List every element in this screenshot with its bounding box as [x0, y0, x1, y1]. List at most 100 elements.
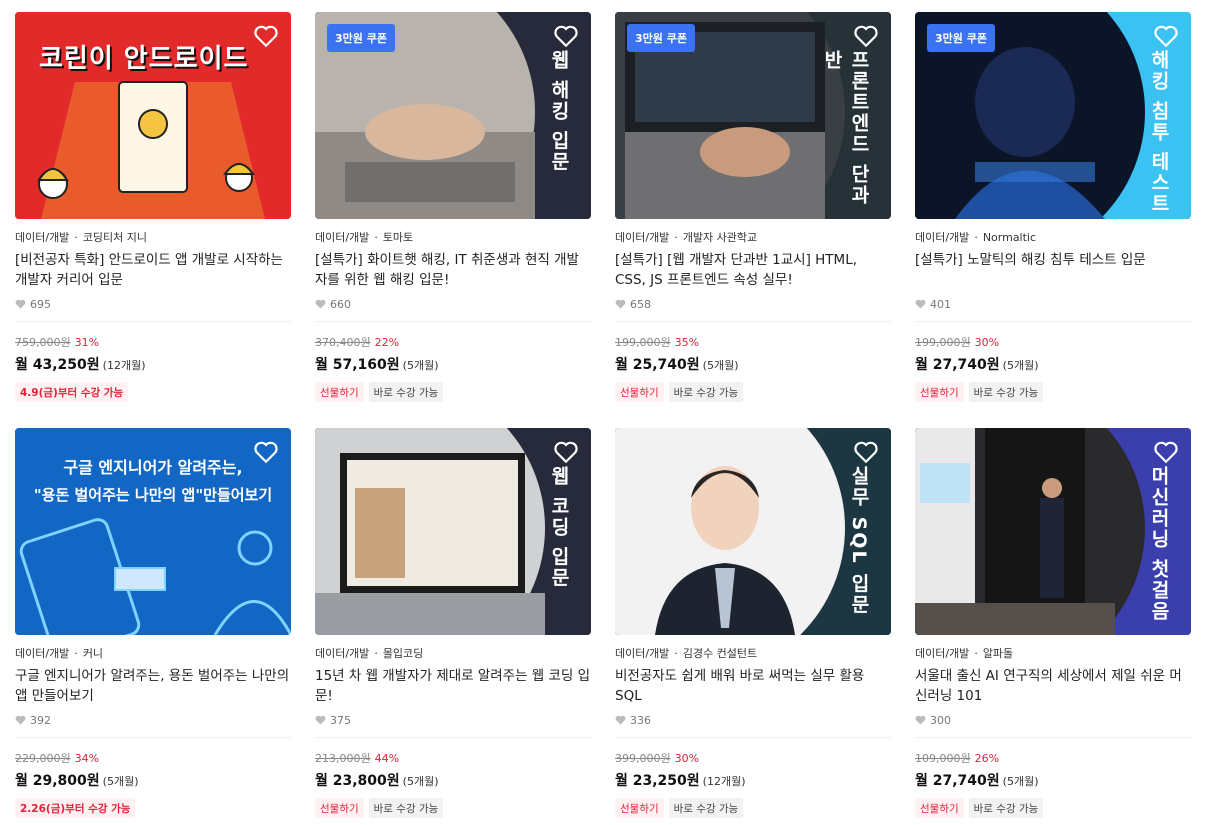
- heart-icon[interactable]: [853, 440, 879, 464]
- tag-list: 선물하기 바로 수강 가능: [615, 382, 891, 402]
- course-title[interactable]: 서울대 출신 AI 연구직의 세상에서 제일 쉬운 머신러닝 101: [915, 666, 1191, 706]
- course-card[interactable]: 3만원 쿠폰 프론트엔드 단과반 데이터/개발 · 개발자 사관학교 [설특가] […: [615, 12, 891, 428]
- instant-access-tag: 바로 수강 가능: [668, 382, 744, 402]
- instant-access-tag: 바로 수강 가능: [968, 798, 1044, 818]
- category-label: 데이터/개발: [915, 647, 970, 660]
- instant-access-tag: 바로 수강 가능: [368, 798, 444, 818]
- course-thumbnail[interactable]: 3만원 쿠폰 해킹 침투 테스트: [915, 12, 1191, 219]
- instructor-name: 알파돌: [982, 647, 1014, 660]
- course-thumbnail[interactable]: 실무 SQL 입문: [615, 428, 891, 635]
- course-meta: 데이터/개발 · 토마토: [315, 231, 414, 244]
- like-count: 401: [915, 297, 1191, 311]
- gift-tag[interactable]: 선물하기: [615, 798, 664, 818]
- instant-access-tag: 바로 수강 가능: [968, 382, 1044, 402]
- availability-tag: 4.9(금)부터 수강 가능: [15, 382, 129, 402]
- gift-tag[interactable]: 선물하기: [915, 382, 964, 402]
- course-thumbnail[interactable]: 코린이 안드로이드: [15, 12, 291, 219]
- heart-icon[interactable]: [853, 24, 879, 48]
- coupon-badge: 3만원 쿠폰: [627, 24, 695, 52]
- course-title[interactable]: [비전공자 특화] 안드로이드 앱 개발로 시작하는 개발자 커리어 입문: [15, 250, 291, 290]
- course-meta: 데이터/개발 · 알파돌: [915, 647, 1014, 660]
- course-card[interactable]: 3만원 쿠폰 해킹 침투 테스트 데이터/개발 · Normaltic [설특가] …: [915, 12, 1191, 428]
- category-label: 데이터/개발: [615, 647, 670, 660]
- divider: [315, 737, 591, 738]
- course-card[interactable]: 웹 코딩 입문 데이터/개발 · 몰입코딩 15년 차 웹 개발자가 제대로 알려주…: [315, 428, 591, 825]
- heart-icon[interactable]: [1153, 24, 1179, 48]
- gift-tag[interactable]: 선물하기: [315, 798, 364, 818]
- original-price: 399,000원 30%: [615, 752, 700, 765]
- course-meta: 데이터/개발 · 커니: [15, 647, 104, 660]
- divider: [15, 321, 291, 322]
- monthly-price: 월 57,160원 (5개월): [315, 357, 439, 373]
- tag-list: 선물하기 바로 수강 가능: [315, 382, 591, 402]
- course-thumbnail[interactable]: 3만원 쿠폰 웹 해킹 입문: [315, 12, 591, 219]
- course-grid: 코린이 안드로이드 데이터/개발 · 코딩티처 지니 [비전공자 특화] 안드로이드…: [15, 12, 1191, 825]
- course-title[interactable]: 구글 엔지니어가 알려주는, 용돈 벌어주는 나만의 앱 만들어보기: [15, 666, 291, 706]
- heart-icon[interactable]: [253, 440, 279, 464]
- course-title[interactable]: 15년 차 웹 개발자가 제대로 알려주는 웹 코딩 입문!: [315, 666, 591, 706]
- gift-tag[interactable]: 선물하기: [915, 798, 964, 818]
- original-price: 213,000원 44%: [315, 752, 400, 765]
- heart-filled-icon: [15, 299, 26, 309]
- like-count: 660: [315, 297, 591, 311]
- instructor-name: Normaltic: [982, 231, 1037, 244]
- instructor-name: 개발자 사관학교: [682, 231, 758, 244]
- course-card[interactable]: 3만원 쿠폰 웹 해킹 입문 데이터/개발 · 토마토 [설특가] 화이트햇 해킹,…: [315, 12, 591, 428]
- course-card[interactable]: 실무 SQL 입문 데이터/개발 · 김경수 컨설턴트 비전공자도 쉽게 배워 바로…: [615, 428, 891, 825]
- course-title[interactable]: [설특가] 노말틱의 해킹 침투 테스트 입문: [915, 250, 1191, 290]
- cover-title: 머신러닝 첫걸음: [1148, 466, 1170, 622]
- divider: [315, 321, 591, 322]
- monthly-price: 월 23,800원 (5개월): [315, 773, 439, 789]
- course-title[interactable]: [설특가] 화이트햇 해킹, IT 취준생과 현직 개발자를 위한 웹 해킹 입…: [315, 250, 591, 290]
- like-count: 695: [15, 297, 291, 311]
- category-label: 데이터/개발: [915, 231, 970, 244]
- course-meta: 데이터/개발 · Normaltic: [915, 231, 1037, 244]
- course-thumbnail[interactable]: 웹 코딩 입문: [315, 428, 591, 635]
- instructor-name: 김경수 컨설턴트: [682, 647, 758, 660]
- course-card[interactable]: 코린이 안드로이드 데이터/개발 · 코딩티처 지니 [비전공자 특화] 안드로이드…: [15, 12, 291, 428]
- category-label: 데이터/개발: [615, 231, 670, 244]
- category-label: 데이터/개발: [15, 647, 70, 660]
- cover-title: 프론트엔드 단과반: [821, 50, 870, 206]
- course-title[interactable]: 비전공자도 쉽게 배워 바로 써먹는 실무 활용 SQL: [615, 666, 891, 706]
- heart-icon[interactable]: [1153, 440, 1179, 464]
- discount-rate: 22%: [374, 336, 400, 349]
- cover-title: 웹 코딩 입문: [548, 466, 570, 589]
- heart-icon[interactable]: [553, 440, 579, 464]
- like-count: 658: [615, 297, 891, 311]
- divider: [915, 737, 1191, 738]
- course-card[interactable]: 구글 엔지니어가 알려주는, "용돈 벌어주는 나만의 앱"만들어보기 데이터/…: [15, 428, 291, 825]
- instructor-name: 코딩티처 지니: [82, 231, 148, 244]
- original-price: 370,400원 22%: [315, 336, 400, 349]
- course-thumbnail[interactable]: 구글 엔지니어가 알려주는, "용돈 벌어주는 나만의 앱"만들어보기: [15, 428, 291, 635]
- gift-tag[interactable]: 선물하기: [315, 382, 364, 402]
- heart-filled-icon: [315, 299, 326, 309]
- instructor-name: 몰입코딩: [382, 647, 424, 660]
- divider: [615, 737, 891, 738]
- monthly-price: 월 27,740원 (5개월): [915, 773, 1039, 789]
- heart-filled-icon: [315, 715, 326, 725]
- heart-icon[interactable]: [553, 24, 579, 48]
- cover-title: 실무 SQL 입문: [848, 466, 870, 616]
- course-meta: 데이터/개발 · 몰입코딩: [315, 647, 424, 660]
- original-price: 759,000원 31%: [15, 336, 100, 349]
- course-card[interactable]: 머신러닝 첫걸음 데이터/개발 · 알파돌 서울대 출신 AI 연구직의 세상에서 …: [915, 428, 1191, 825]
- tag-list: 선물하기 바로 수강 가능: [615, 798, 891, 818]
- course-thumbnail[interactable]: 머신러닝 첫걸음: [915, 428, 1191, 635]
- availability-tag: 2.26(금)부터 수강 가능: [15, 798, 136, 818]
- like-count: 300: [915, 713, 1191, 727]
- cover-text: 코린이 안드로이드: [39, 44, 249, 74]
- coupon-badge: 3만원 쿠폰: [327, 24, 395, 52]
- original-price: 229,000원 34%: [15, 752, 100, 765]
- instructor-name: 토마토: [382, 231, 414, 244]
- discount-rate: 35%: [674, 336, 700, 349]
- course-title[interactable]: [설특가] [웹 개발자 단과반 1교시] HTML, CSS, JS 프론트엔…: [615, 250, 891, 290]
- monthly-price: 월 25,740원 (5개월): [615, 357, 739, 373]
- divider: [15, 737, 291, 738]
- instructor-name: 커니: [82, 647, 104, 660]
- gift-tag[interactable]: 선물하기: [615, 382, 664, 402]
- heart-icon[interactable]: [253, 24, 279, 48]
- course-thumbnail[interactable]: 3만원 쿠폰 프론트엔드 단과반: [615, 12, 891, 219]
- original-price: 199,000원 30%: [915, 336, 1000, 349]
- cover-title: 해킹 침투 테스트: [1148, 50, 1170, 215]
